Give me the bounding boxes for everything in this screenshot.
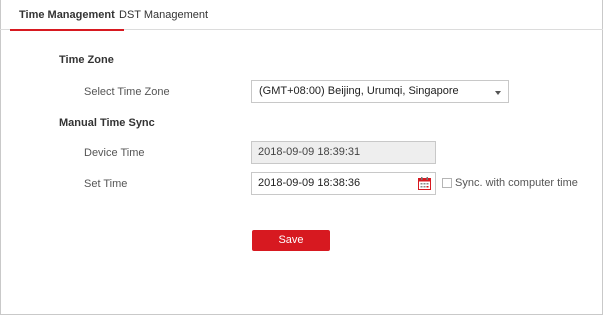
calendar-icon[interactable] (418, 177, 431, 190)
time-zone-select[interactable]: (GMT+08:00) Beijing, Urumqi, Singapore (251, 80, 509, 103)
set-time-label: Set Time (84, 178, 128, 190)
tab-bar: Time Management DST Management (0, 0, 603, 31)
set-time-input[interactable]: 2018-09-09 18:38:36 (251, 172, 436, 195)
time-zone-section-title: Time Zone (59, 54, 114, 66)
device-time-label: Device Time (84, 147, 145, 159)
device-time-value: 2018-09-09 18:39:31 (258, 146, 361, 158)
select-time-zone-label: Select Time Zone (84, 86, 170, 98)
tab-dst-management[interactable]: DST Management (119, 8, 208, 30)
chevron-down-icon (495, 91, 501, 95)
sync-with-computer-checkbox[interactable] (442, 178, 452, 188)
manual-time-sync-section-title: Manual Time Sync (59, 117, 155, 129)
device-time-field: 2018-09-09 18:39:31 (251, 141, 436, 164)
sync-with-computer-label[interactable]: Sync. with computer time (455, 177, 578, 189)
time-zone-selected-value: (GMT+08:00) Beijing, Urumqi, Singapore (259, 85, 459, 97)
save-button[interactable]: Save (252, 230, 330, 251)
tab-time-management[interactable]: Time Management (10, 8, 124, 31)
set-time-value: 2018-09-09 18:38:36 (258, 177, 361, 189)
